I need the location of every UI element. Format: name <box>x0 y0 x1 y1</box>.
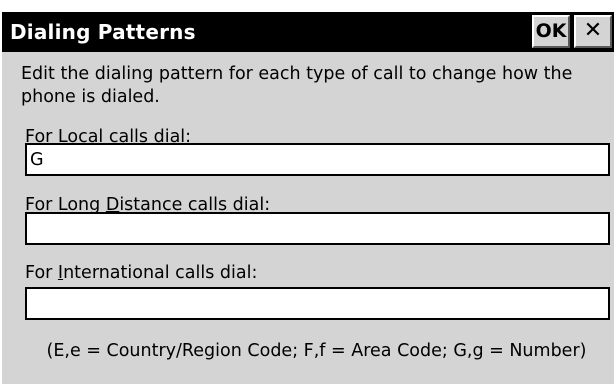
long-distance-calls-input[interactable] <box>25 212 610 245</box>
international-calls-input[interactable] <box>25 287 610 320</box>
close-icon: ✕ <box>583 18 603 43</box>
ok-button[interactable]: OK <box>532 15 570 48</box>
international-label-prefix: For <box>25 263 58 283</box>
dialog-title: Dialing Patterns <box>10 20 196 44</box>
dialing-patterns-dialog: Dialing Patterns OK ✕ Edit the dialing p… <box>2 12 614 384</box>
title-bar: Dialing Patterns OK ✕ <box>2 12 614 52</box>
close-button[interactable]: ✕ <box>574 15 612 48</box>
international-calls-label: For International calls dial: <box>25 262 257 285</box>
international-label-suffix: nternational calls dial: <box>63 263 258 283</box>
local-calls-input[interactable] <box>25 143 610 176</box>
pattern-codes-legend: (E,e = Country/Region Code; F,f = Area C… <box>46 341 587 361</box>
instructions-text: Edit the dialing pattern for each type o… <box>21 64 573 107</box>
